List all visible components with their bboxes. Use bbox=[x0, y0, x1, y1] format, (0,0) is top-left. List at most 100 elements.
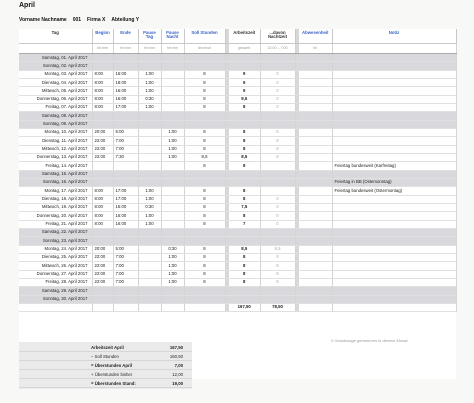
absence-cell[interactable] bbox=[299, 153, 333, 163]
absence-cell[interactable] bbox=[299, 95, 333, 104]
begin-cell[interactable] bbox=[92, 120, 114, 129]
pause-night-cell[interactable] bbox=[161, 95, 185, 104]
pause-night-cell[interactable] bbox=[161, 170, 185, 179]
target-hours-cell[interactable]: 8 bbox=[184, 145, 226, 154]
pause-day-cell[interactable] bbox=[138, 236, 162, 246]
absence-cell[interactable] bbox=[299, 236, 333, 246]
note-cell[interactable] bbox=[332, 70, 457, 80]
end-cell[interactable] bbox=[113, 236, 139, 246]
end-cell[interactable]: 18:00 bbox=[113, 78, 139, 88]
begin-cell[interactable]: 8:00 bbox=[92, 195, 114, 204]
absence-cell[interactable] bbox=[299, 295, 333, 304]
end-cell[interactable] bbox=[113, 228, 139, 238]
pause-day-cell[interactable] bbox=[138, 170, 162, 179]
target-hours-cell[interactable]: 8 bbox=[184, 161, 226, 171]
pause-night-cell[interactable]: 1:00 bbox=[161, 278, 185, 288]
pause-night-cell[interactable] bbox=[161, 78, 185, 88]
absence-cell[interactable] bbox=[299, 61, 333, 71]
target-hours-cell[interactable] bbox=[184, 61, 226, 71]
target-hours-cell[interactable]: 8 bbox=[184, 278, 226, 288]
note-cell[interactable] bbox=[332, 111, 457, 121]
begin-cell[interactable]: 8:00 bbox=[92, 95, 114, 104]
end-cell[interactable]: 5:00 bbox=[113, 245, 139, 254]
absence-cell[interactable] bbox=[299, 128, 333, 138]
pause-day-cell[interactable]: 0:30 bbox=[138, 203, 162, 213]
target-hours-cell[interactable] bbox=[184, 170, 226, 179]
note-cell[interactable] bbox=[332, 236, 457, 246]
absence-cell[interactable] bbox=[299, 70, 333, 80]
pause-day-cell[interactable]: 0:30 bbox=[138, 95, 162, 104]
begin-cell[interactable] bbox=[92, 286, 114, 296]
note-cell[interactable] bbox=[332, 61, 457, 71]
pause-day-cell[interactable] bbox=[138, 261, 162, 271]
end-cell[interactable] bbox=[113, 170, 139, 179]
absence-cell[interactable] bbox=[299, 136, 333, 146]
end-cell[interactable] bbox=[113, 161, 139, 171]
absence-cell[interactable] bbox=[299, 278, 333, 288]
pause-night-cell[interactable]: 0:30 bbox=[161, 245, 185, 254]
pause-day-cell[interactable]: 1:00 bbox=[138, 186, 162, 196]
pause-day-cell[interactable] bbox=[138, 53, 162, 63]
target-hours-cell[interactable] bbox=[184, 111, 226, 121]
target-hours-cell[interactable]: 8 bbox=[184, 95, 226, 104]
begin-cell[interactable] bbox=[92, 178, 114, 188]
note-cell[interactable] bbox=[332, 278, 457, 288]
target-hours-cell[interactable]: 8 bbox=[184, 211, 226, 221]
pause-night-cell[interactable] bbox=[161, 86, 185, 96]
pause-day-cell[interactable] bbox=[138, 120, 162, 129]
begin-cell[interactable]: 8:00 bbox=[92, 70, 114, 80]
end-cell[interactable]: 7:00 bbox=[113, 253, 139, 263]
target-hours-cell[interactable] bbox=[184, 53, 226, 63]
begin-cell[interactable]: 22:00 bbox=[92, 278, 114, 288]
note-cell[interactable] bbox=[332, 195, 457, 204]
pause-night-cell[interactable] bbox=[161, 161, 185, 171]
pause-day-cell[interactable] bbox=[138, 153, 162, 163]
note-cell[interactable] bbox=[332, 211, 457, 221]
begin-cell[interactable]: 8:00 bbox=[92, 78, 114, 88]
pause-night-cell[interactable]: 1:00 bbox=[161, 128, 185, 138]
absence-cell[interactable] bbox=[299, 178, 333, 188]
begin-cell[interactable] bbox=[92, 295, 114, 304]
pause-day-cell[interactable] bbox=[138, 136, 162, 146]
end-cell[interactable]: 16:00 bbox=[113, 95, 139, 104]
pause-day-cell[interactable]: 1:00 bbox=[138, 86, 162, 96]
end-cell[interactable] bbox=[113, 286, 139, 296]
absence-cell[interactable] bbox=[299, 78, 333, 88]
begin-cell[interactable]: 8:00 bbox=[92, 211, 114, 221]
pause-day-cell[interactable] bbox=[138, 128, 162, 138]
absence-cell[interactable] bbox=[299, 261, 333, 271]
target-hours-cell[interactable]: 8 bbox=[184, 128, 226, 138]
note-cell[interactable] bbox=[332, 286, 457, 296]
target-hours-cell[interactable]: 8 bbox=[184, 186, 226, 196]
note-cell[interactable] bbox=[332, 128, 457, 138]
pause-day-cell[interactable]: 1:00 bbox=[138, 220, 162, 229]
pause-day-cell[interactable]: 1:00 bbox=[138, 78, 162, 88]
target-hours-cell[interactable]: 8 bbox=[184, 270, 226, 279]
pause-night-cell[interactable] bbox=[161, 120, 185, 129]
note-cell[interactable]: Feiertag bundesweit (Ostermontag) bbox=[332, 186, 457, 196]
note-cell[interactable] bbox=[332, 170, 457, 179]
end-cell[interactable]: 16:00 bbox=[113, 220, 139, 229]
pause-day-cell[interactable] bbox=[138, 228, 162, 238]
end-cell[interactable] bbox=[113, 120, 139, 129]
begin-cell[interactable] bbox=[92, 53, 114, 63]
absence-cell[interactable] bbox=[299, 270, 333, 279]
end-cell[interactable]: 7:00 bbox=[113, 145, 139, 154]
pause-night-cell[interactable] bbox=[161, 61, 185, 71]
target-hours-cell[interactable]: 8 bbox=[184, 103, 226, 113]
absence-cell[interactable] bbox=[299, 103, 333, 113]
note-cell[interactable] bbox=[332, 228, 457, 238]
absence-cell[interactable] bbox=[299, 195, 333, 204]
pause-day-cell[interactable] bbox=[138, 161, 162, 171]
note-cell[interactable]: Feiertag bundesweit (Karfreitag) bbox=[332, 161, 457, 171]
end-cell[interactable]: 17:00 bbox=[113, 103, 139, 113]
pause-day-cell[interactable] bbox=[138, 278, 162, 288]
absence-cell[interactable] bbox=[299, 203, 333, 213]
pause-day-cell[interactable]: 1:00 bbox=[138, 211, 162, 221]
pause-night-cell[interactable] bbox=[161, 70, 185, 80]
pause-day-cell[interactable] bbox=[138, 111, 162, 121]
pause-night-cell[interactable] bbox=[161, 295, 185, 304]
end-cell[interactable]: 17:00 bbox=[113, 186, 139, 196]
begin-cell[interactable]: 8:00 bbox=[92, 220, 114, 229]
pause-night-cell[interactable] bbox=[161, 286, 185, 296]
